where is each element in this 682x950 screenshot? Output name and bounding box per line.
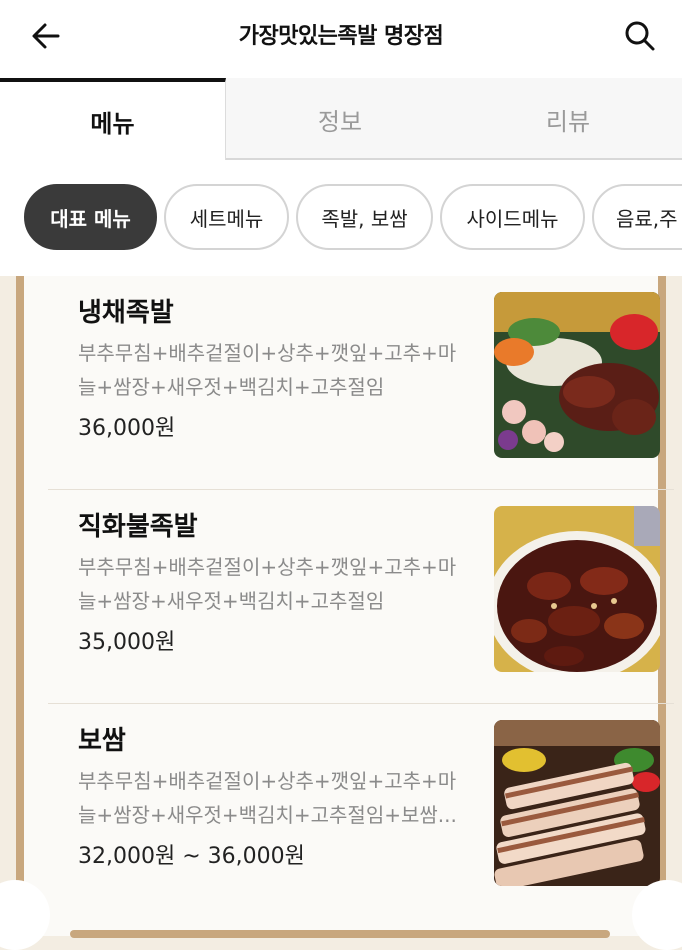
chip-label: 족발, 보쌈 — [321, 206, 408, 231]
chip-signature-menu[interactable]: 대표 메뉴 — [24, 184, 157, 250]
menu-item-price: 32,000원 ~ 36,000원 — [78, 844, 305, 869]
search-button[interactable] — [616, 12, 664, 60]
tab-info[interactable]: 정보 — [226, 78, 454, 160]
chip-side-menu[interactable]: 사이드메뉴 — [440, 184, 585, 250]
menu-item[interactable]: 직화불족발 부추무침+배추겉절이+상추+깻잎+고추+마늘+쌈장+새우젓+백김치+… — [48, 490, 674, 704]
tab-reviews[interactable]: 리뷰 — [454, 78, 682, 160]
category-chip-bar[interactable]: 대표 메뉴 세트메뉴 족발, 보쌈 사이드메뉴 음료,주 — [0, 160, 682, 276]
chip-label: 사이드메뉴 — [466, 206, 559, 231]
tab-menu[interactable]: 메뉴 — [0, 78, 226, 160]
chip-jokbal-bossam[interactable]: 족발, 보쌈 — [296, 184, 433, 250]
chip-set-menu[interactable]: 세트메뉴 — [164, 184, 289, 250]
menu-item-price: 35,000원 — [78, 630, 176, 655]
menu-item-name: 보쌈 — [78, 726, 126, 756]
menu-item-photo — [494, 720, 660, 886]
menu-item-description: 부추무침+배추겉절이+상추+깻잎+고추+마늘+쌈장+새우젓+백김치+고추절임+보… — [78, 769, 457, 827]
menu-item-name: 직화불족발 — [78, 512, 198, 542]
menu-item-price: 36,000원 — [78, 416, 176, 441]
menu-item-photo — [494, 506, 660, 672]
menu-item-name: 냉채족발 — [78, 298, 174, 328]
tab-bar: 메뉴 정보 리뷰 — [0, 78, 682, 160]
chip-label: 대표 메뉴 — [50, 206, 131, 231]
menu-item-description: 부추무침+배추겉절이+상추+깻잎+고추+마늘+쌈장+새우젓+백김치+고추절임 — [78, 555, 457, 613]
menu-item[interactable]: 보쌈 부추무침+배추겉절이+상추+깻잎+고추+마늘+쌈장+새우젓+백김치+고추절… — [48, 704, 674, 918]
menu-item-description: 부추무침+배추겉절이+상추+깻잎+고추+마늘+쌈장+새우젓+백김치+고추절임 — [78, 341, 457, 399]
chip-label: 세트메뉴 — [189, 206, 264, 231]
menu-item-photo — [494, 292, 660, 458]
chip-drinks[interactable]: 음료,주 — [592, 184, 682, 250]
menu-item[interactable]: 냉채족발 부추무침+배추겉절이+상추+깻잎+고추+마늘+쌈장+새우젓+백김치+고… — [48, 276, 674, 490]
panel-bottom-border — [70, 930, 610, 938]
menu-list: 냉채족발 부추무침+배추겉절이+상추+깻잎+고추+마늘+쌈장+새우젓+백김치+고… — [16, 276, 674, 936]
page-title: 가장맛있는족발 명장점 — [238, 24, 444, 49]
tab-label: 메뉴 — [90, 109, 135, 138]
tab-label: 리뷰 — [545, 107, 591, 136]
chip-label: 음료,주 — [616, 206, 678, 231]
tab-label: 정보 — [317, 107, 363, 136]
app-header: 가장맛있는족발 명장점 — [0, 0, 682, 76]
search-icon — [625, 21, 655, 51]
